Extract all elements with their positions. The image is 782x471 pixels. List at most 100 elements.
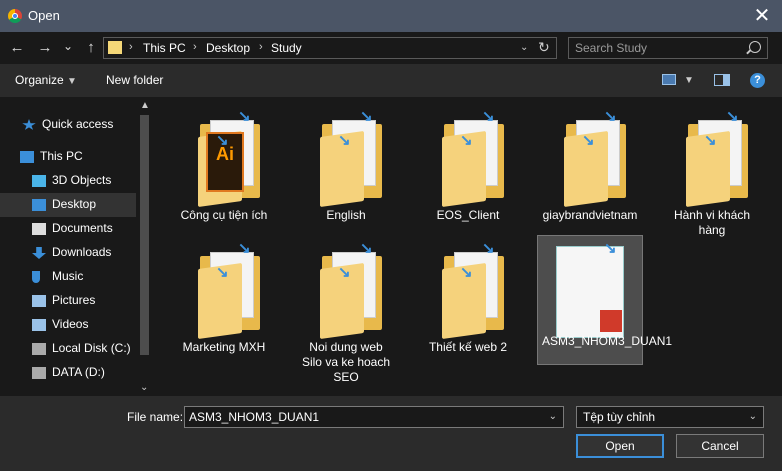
recent-locations-icon[interactable]: ⌄ [58,30,78,62]
shortcut-arrow-icon [604,239,618,257]
file-type-select[interactable]: Tệp tùy chỉnh ⌄ [576,406,764,428]
sidebar-item-pictures[interactable]: Pictures [0,289,136,313]
sidebar-item-label: DATA (D:) [52,365,105,379]
chevron-down-icon: ▼ [67,76,77,87]
sidebar-item-data-d[interactable]: DATA (D:) [0,361,136,385]
breadcrumb-separator: › [259,41,263,53]
sidebar-item-label: Desktop [52,197,97,211]
cube-icon [32,175,46,187]
drive-icon [32,343,46,355]
shortcut-arrow-icon [726,107,740,125]
sidebar-item-videos[interactable]: Videos [0,313,136,337]
shortcut-arrow-icon [338,263,352,281]
file-name: ASM3_NHOM3_DUAN1 [542,334,673,348]
folder-item[interactable]: giaybrandvietnam [542,104,638,236]
file-name-label: File name: [127,410,184,424]
folder-icon [108,41,122,54]
shortcut-arrow-icon [460,263,474,281]
breadcrumb-study[interactable]: Study [271,41,302,55]
refresh-icon[interactable]: ↻ [538,39,550,56]
sidebar-item-label: Downloads [52,245,112,259]
shortcut-arrow-icon [216,263,230,281]
sidebar-item-desktop[interactable]: Desktop [0,193,136,217]
organize-button[interactable]: Organize ▼ [15,73,77,87]
help-icon[interactable]: ? [750,73,765,88]
sidebar-item-label: Quick access [42,117,114,131]
sidebar-item-documents[interactable]: Documents [0,217,136,241]
sidebar-item-label: Documents [52,221,113,235]
chevron-down-icon: ⌄ [748,411,757,422]
sidebar-item-this-pc[interactable]: This PC [0,145,136,169]
sidebar-item-local-disk-c[interactable]: Local Disk (C:) [0,337,136,361]
close-button[interactable]: ✕ [750,4,774,28]
scroll-down-icon[interactable]: ⌄ [140,382,148,393]
pictures-icon [32,295,46,307]
file-name: English [326,208,366,222]
file-item[interactable]: ASM3_NHOM3_DUAN1 [537,235,673,365]
forward-icon[interactable]: → [34,32,56,64]
search-icon[interactable] [749,41,761,53]
folder-item[interactable]: Noi dung web Silo va ke hoach SEO [298,236,394,384]
chevron-down-icon[interactable]: ▼ [684,75,694,86]
sidebar-item-downloads[interactable]: Downloads [0,241,136,265]
document-icon [32,223,46,235]
search-box[interactable] [568,37,768,59]
file-name: Thiết kế web 2 [428,340,508,354]
desktop-icon [32,199,46,211]
folder-item[interactable]: AiCông cụ tiện ích [176,104,272,236]
sidebar-item-label: Pictures [52,293,96,307]
folder-item[interactable]: English [298,104,394,236]
download-icon [32,247,46,259]
sidebar-item-music[interactable]: Music [0,265,136,289]
view-options-icon[interactable] [662,74,676,85]
shortcut-arrow-icon [482,107,496,125]
file-name: EOS_Client [436,208,500,222]
file-name-input[interactable] [189,410,529,424]
sidebar-scroll-thumb[interactable] [140,115,149,355]
new-folder-button[interactable]: New folder [106,73,163,87]
folder-item[interactable]: Thiết kế web 2 [420,236,516,368]
breadcrumb-desktop[interactable]: Desktop [206,41,250,55]
shortcut-arrow-icon [338,131,352,149]
folder-item[interactable]: Hành vi khách hàng [664,104,760,237]
chrome-icon [8,9,22,23]
chevron-down-icon[interactable]: ⌄ [549,411,557,422]
open-button[interactable]: Open [576,434,664,458]
videos-icon [32,319,46,331]
shortcut-arrow-icon [704,131,718,149]
breadcrumb-this-pc[interactable]: This PC [143,41,186,55]
sidebar-item-3d-objects[interactable]: 3D Objects [0,169,136,193]
shortcut-arrow-icon [460,131,474,149]
shortcut-arrow-icon [582,131,596,149]
sidebar-item-label: This PC [40,149,83,163]
shortcut-arrow-icon [216,131,230,149]
pdf-reader-icon [600,310,622,332]
cancel-button[interactable]: Cancel [676,434,764,458]
shortcut-arrow-icon [604,107,618,125]
sidebar-item-label: Videos [52,317,89,331]
shortcut-arrow-icon [238,107,252,125]
shortcut-arrow-icon [360,239,374,257]
organize-label: Organize [15,73,64,87]
search-input[interactable] [575,41,745,55]
shortcut-arrow-icon [238,239,252,257]
sidebar-item-label: 3D Objects [52,173,112,187]
folder-item[interactable]: Marketing MXH [176,236,272,368]
file-type-value: Tệp tùy chỉnh [583,410,656,424]
file-name: Hành vi khách hàng [673,208,751,237]
preview-pane-icon[interactable] [714,74,730,86]
breadcrumb-separator: › [193,41,197,53]
address-dropdown-icon[interactable]: ⌄ [520,42,528,53]
sidebar-item-label: Music [52,269,84,283]
shortcut-arrow-icon [482,239,496,257]
folder-item[interactable]: EOS_Client [420,104,516,236]
file-name-box[interactable]: ⌄ [184,406,564,428]
up-icon[interactable]: ↑ [80,32,102,64]
scroll-up-icon[interactable]: ▲ [140,100,150,111]
back-icon[interactable]: ← [6,32,28,64]
file-name: Công cụ tiện ích [180,208,268,222]
shortcut-arrow-icon [360,107,374,125]
drive-icon [32,367,46,379]
sidebar-item-quick-access[interactable]: Quick access [0,113,136,137]
music-icon [32,271,40,283]
